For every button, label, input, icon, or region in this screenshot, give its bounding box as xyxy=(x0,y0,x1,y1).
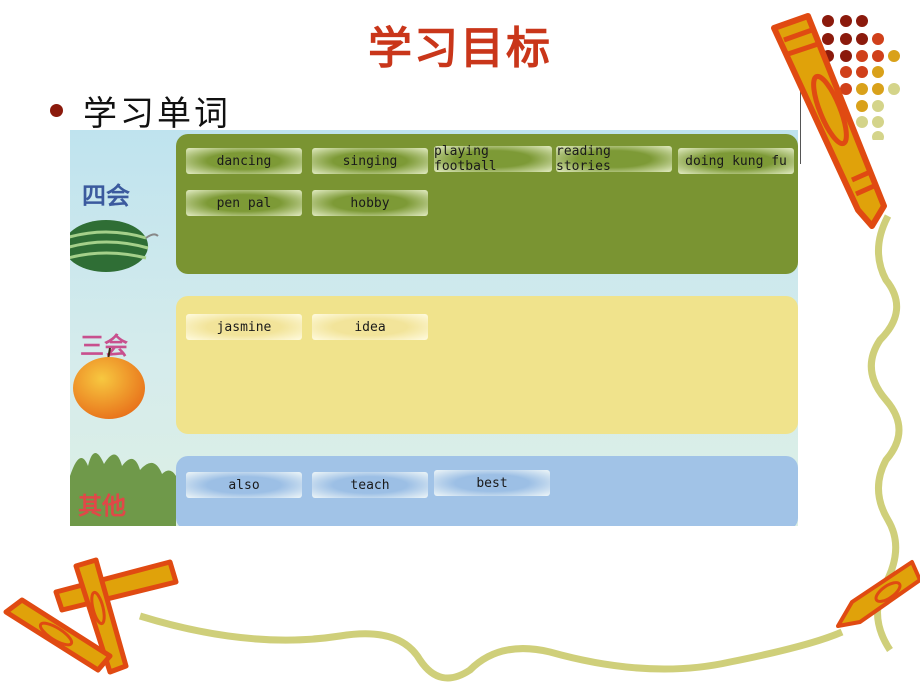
four-skills-word-box: dancing singing playing football reading… xyxy=(176,134,798,274)
group-label-four-skills: 四会 xyxy=(82,182,130,210)
word-chip: hobby xyxy=(312,190,428,216)
word-chip: idea xyxy=(312,314,428,340)
word-chip: pen pal xyxy=(186,190,302,216)
vocabulary-panel: 四会 三会 其他 dancing singing playing footbal… xyxy=(70,130,798,526)
orange-fruit-icon xyxy=(73,347,145,419)
word-chip: singing xyxy=(312,148,428,174)
word-chip: dancing xyxy=(186,148,302,174)
decorative-wave-icon xyxy=(138,612,844,682)
watermelon-icon xyxy=(70,220,159,272)
word-chip: reading stories xyxy=(556,144,672,174)
word-chip: also xyxy=(186,472,302,498)
bullet-item: 学习单词 xyxy=(50,86,231,135)
word-chip: best xyxy=(434,470,550,496)
three-skills-word-box: jasmine idea xyxy=(176,296,798,434)
bullet-dot-icon xyxy=(50,104,63,117)
bullet-text: 学习单词 xyxy=(83,94,231,134)
group-label-others: 其他 xyxy=(78,492,126,520)
word-chip: playing football xyxy=(434,144,552,174)
other-words-box: also teach best xyxy=(176,456,798,526)
word-chip: teach xyxy=(312,472,428,498)
word-chip: jasmine xyxy=(186,314,302,340)
crayons-icon xyxy=(3,557,179,675)
crayon-icon xyxy=(771,13,887,229)
